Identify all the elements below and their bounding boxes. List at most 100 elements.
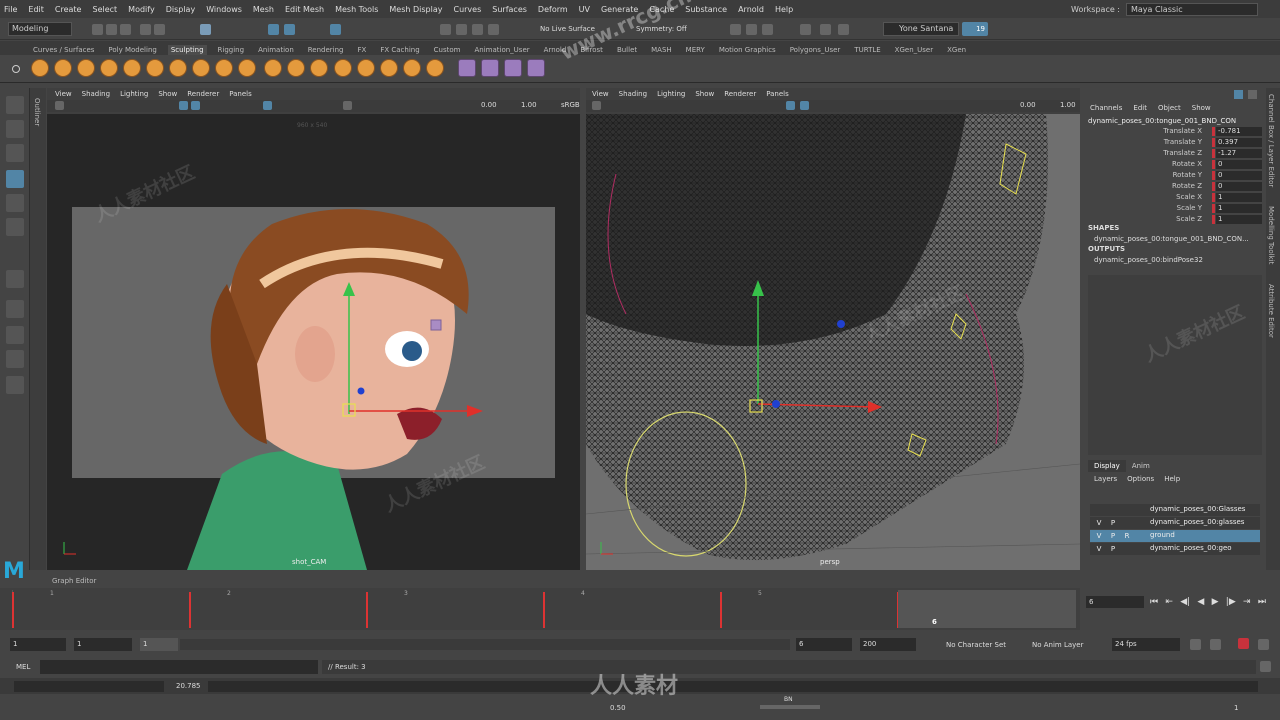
layer-name[interactable]: dynamic_poses_00:Glasses — [1150, 505, 1245, 513]
camera-select-icon[interactable] — [55, 101, 64, 110]
playback-start-field[interactable]: 1 — [74, 638, 132, 651]
outliner-side-tab[interactable]: Outliner — [30, 88, 46, 570]
snap-point-icon[interactable] — [472, 24, 483, 35]
shelf-tab-mery[interactable]: MERY — [683, 45, 708, 55]
layer-visibility-toggle[interactable] — [1094, 505, 1104, 515]
range-slider-handle[interactable]: 1 — [140, 638, 178, 651]
paint-select-tool-icon[interactable] — [6, 144, 24, 162]
save-scene-icon[interactable] — [120, 24, 131, 35]
script-editor-icon[interactable] — [1260, 661, 1271, 672]
shelf-menu-icon[interactable] — [12, 65, 20, 73]
right-viewport[interactable]: persp — [586, 114, 1080, 570]
lasso-tool-icon[interactable] — [6, 120, 24, 138]
left-menu-lighting[interactable]: Lighting — [120, 90, 148, 98]
ipr-render-icon[interactable] — [746, 24, 757, 35]
undo-icon[interactable] — [140, 24, 151, 35]
layer-row[interactable]: V P dynamic_poses_00:geo — [1090, 543, 1260, 555]
attr-value[interactable]: 1 — [1216, 193, 1262, 202]
freeze-brush-icon[interactable] — [426, 59, 444, 77]
layer-reference-toggle[interactable]: R — [1122, 531, 1132, 541]
end-time-field[interactable]: 200 — [860, 638, 916, 651]
left-menu-view[interactable]: View — [55, 90, 72, 98]
time-slider[interactable]: 1 2 3 4 5 6 6 — [0, 588, 1080, 630]
fps-dropdown[interactable]: 24 fps — [1112, 638, 1180, 651]
layer-playback-toggle[interactable]: P — [1108, 544, 1118, 554]
attr-value[interactable]: -1.27 — [1216, 149, 1262, 158]
amplify-brush-icon[interactable] — [403, 59, 421, 77]
play-backward-icon[interactable]: ◀ — [1197, 597, 1204, 607]
graph-editor-tab[interactable]: Graph Editor — [47, 575, 117, 587]
step-back-frame-icon[interactable]: ◀| — [1180, 597, 1190, 607]
select-hierarchy-icon[interactable] — [200, 24, 211, 35]
smooth-shade-icon[interactable] — [191, 101, 200, 110]
menu-generate[interactable]: Generate — [601, 5, 638, 14]
attr-value[interactable]: 1 — [1216, 215, 1262, 224]
arnold-render-icon[interactable] — [820, 24, 831, 35]
scrape-brush-icon[interactable] — [287, 59, 305, 77]
shelf-tab-fx[interactable]: FX — [355, 45, 370, 55]
four-view-layout-icon[interactable] — [6, 326, 24, 344]
shelf-tab-xgen[interactable]: XGen — [944, 45, 969, 55]
two-panes-layout-icon[interactable] — [6, 350, 24, 368]
open-scene-icon[interactable] — [106, 24, 117, 35]
attr-value[interactable]: 0.397 — [1216, 138, 1262, 147]
cb-menu-show[interactable]: Show — [1192, 104, 1211, 112]
attr-row-translate-x[interactable]: Translate X -0.781 — [1084, 127, 1264, 137]
redo-icon[interactable] — [154, 24, 165, 35]
select-by-component-icon[interactable] — [268, 24, 279, 35]
right-menu-renderer[interactable]: Renderer — [724, 90, 756, 98]
animation-prefs-icon[interactable] — [1258, 639, 1269, 650]
layer-playback-toggle[interactable]: P — [1108, 518, 1118, 528]
auto-key-icon[interactable] — [1238, 638, 1249, 649]
menu-cache[interactable]: Cache — [649, 5, 674, 14]
weight-slider[interactable] — [760, 705, 820, 709]
side-tab-modelling-toolkit[interactable]: Modelling Toolkit — [1267, 206, 1275, 264]
select-tool-icon[interactable] — [6, 96, 24, 114]
pause-icon[interactable] — [838, 24, 849, 35]
foamy-brush-icon[interactable] — [169, 59, 187, 77]
layer-name[interactable]: ground — [1150, 531, 1175, 539]
right-exposure-field[interactable]: 0.00 — [1020, 101, 1036, 109]
left-gamma-field[interactable]: 1.00 — [521, 101, 537, 109]
menu-substance[interactable]: Substance — [685, 5, 727, 14]
menu-curves[interactable]: Curves — [453, 5, 481, 14]
shelf-tab-curves-surfaces[interactable]: Curves / Surfaces — [30, 45, 97, 55]
fill-brush-icon[interactable] — [310, 59, 328, 77]
menu-select[interactable]: Select — [92, 5, 117, 14]
menu-create[interactable]: Create — [55, 5, 82, 14]
shelf-tab-rigging[interactable]: Rigging — [215, 45, 248, 55]
layer-row[interactable]: dynamic_poses_00:Glasses — [1090, 504, 1260, 516]
cb-menu-edit[interactable]: Edit — [1133, 104, 1147, 112]
right-menu-shading[interactable]: Shading — [619, 90, 647, 98]
render-settings-icon[interactable] — [762, 24, 773, 35]
unmask-brush-icon[interactable] — [527, 59, 545, 77]
left-menu-shading[interactable]: Shading — [82, 90, 110, 98]
anim-layer-dropdown[interactable]: No Anim Layer — [1032, 641, 1083, 649]
loop-icon[interactable] — [1190, 639, 1201, 650]
menu-modify[interactable]: Modify — [128, 5, 155, 14]
step-forward-frame-icon[interactable]: |▶ — [1226, 597, 1236, 607]
shelf-tab-custom[interactable]: Custom — [431, 45, 464, 55]
weight-value-field[interactable]: 0.50 — [610, 704, 626, 712]
mask-brush-icon[interactable] — [504, 59, 522, 77]
left-colorspace-label[interactable]: sRGB — [561, 101, 580, 109]
menu-mesh-tools[interactable]: Mesh Tools — [335, 5, 378, 14]
snap-plane-icon[interactable] — [488, 24, 499, 35]
layer-visibility-toggle[interactable]: V — [1094, 544, 1104, 554]
channel-box-object-name[interactable]: dynamic_poses_00:tongue_001_BND_CON — [1088, 117, 1236, 125]
step-back-key-icon[interactable]: ⇤ — [1165, 597, 1173, 607]
range-slider-track[interactable] — [180, 639, 790, 650]
right-camera-select-icon[interactable] — [592, 101, 601, 110]
menu-mesh-display[interactable]: Mesh Display — [389, 5, 442, 14]
shelf-tab-bifrost[interactable]: Bifrost — [577, 45, 606, 55]
attr-row-translate-z[interactable]: Translate Z -1.27 — [1084, 149, 1264, 159]
render-icon[interactable] — [730, 24, 741, 35]
menu-mesh[interactable]: Mesh — [253, 5, 274, 14]
layer-menu-options[interactable]: Options — [1127, 475, 1154, 483]
layer-tools-icons[interactable] — [1198, 488, 1258, 497]
imprint-brush-icon[interactable] — [238, 59, 256, 77]
shelf-tab-bullet[interactable]: Bullet — [614, 45, 640, 55]
sculpt-brush-icon[interactable] — [31, 59, 49, 77]
wax-brush-icon[interactable] — [264, 59, 282, 77]
left-viewport[interactable]: 960 x 540 shot_CAM — [47, 114, 580, 570]
